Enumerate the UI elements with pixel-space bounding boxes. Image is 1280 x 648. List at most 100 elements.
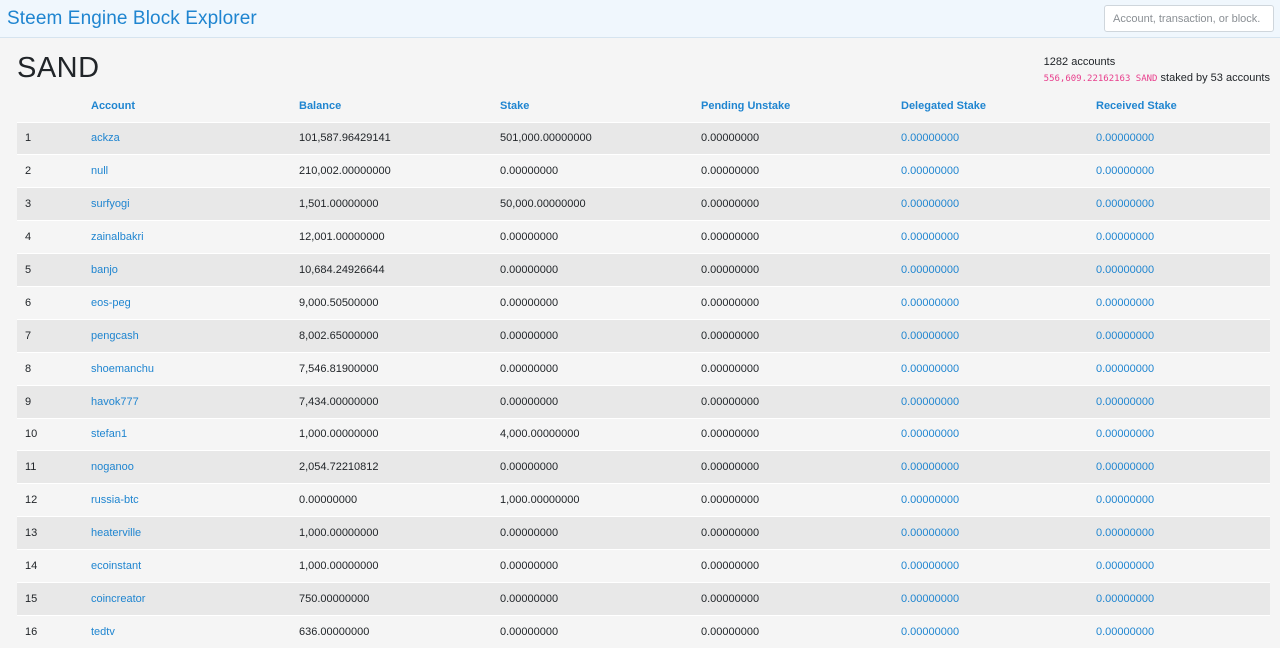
stake-cell: 4,000.00000000 [500, 417, 701, 451]
received-stake-link[interactable]: 0.00000000 [1096, 593, 1154, 605]
delegated-stake-link[interactable]: 0.00000000 [901, 494, 959, 506]
account-cell: heaterville [91, 516, 299, 550]
table-row: 9 havok777 7,434.00000000 0.00000000 0.00000… [17, 384, 1270, 419]
received-stake-link[interactable]: 0.00000000 [1096, 198, 1154, 210]
delegated-stake-link[interactable]: 0.00000000 [901, 461, 959, 473]
table-row: 12 russia-btc 0.00000000 1,000.00000000 0.00… [17, 483, 1270, 517]
account-cell: havok777 [91, 384, 299, 419]
account-link[interactable]: eos-peg [91, 297, 131, 309]
account-link[interactable]: coincreator [91, 593, 145, 605]
balance-cell: 8,002.65000000 [299, 318, 500, 353]
received-stake-link[interactable]: 0.00000000 [1096, 297, 1154, 309]
rank-cell: 8 [17, 351, 91, 386]
delegated-cell: 0.00000000 [901, 417, 1096, 451]
account-cell: ecoinstant [91, 549, 299, 583]
column-header-account[interactable]: Account [91, 90, 299, 122]
holders-table: Account Balance Stake Pending Unstake De… [17, 90, 1270, 648]
table-row: 11 noganoo 2,054.72210812 0.00000000 0.00000… [17, 450, 1270, 484]
balance-cell: 636.00000000 [299, 614, 500, 648]
account-link[interactable]: noganoo [91, 461, 134, 473]
account-link[interactable]: shoemanchu [91, 363, 154, 375]
received-stake-link[interactable]: 0.00000000 [1096, 396, 1154, 408]
delegated-stake-link[interactable]: 0.00000000 [901, 527, 959, 539]
delegated-stake-link[interactable]: 0.00000000 [901, 297, 959, 309]
accounts-count: 1282 accounts [1043, 56, 1116, 68]
account-link[interactable]: stefan1 [91, 428, 127, 440]
account-link[interactable]: null [91, 165, 108, 177]
delegated-stake-link[interactable]: 0.00000000 [901, 363, 959, 375]
table-row: 2 null 210,002.00000000 0.00000000 0.0000000… [17, 154, 1270, 188]
rank-cell: 16 [17, 614, 91, 648]
received-stake-link[interactable]: 0.00000000 [1096, 461, 1154, 473]
column-header-received-stake[interactable]: Received Stake [1096, 90, 1270, 122]
delegated-stake-link[interactable]: 0.00000000 [901, 626, 959, 638]
received-stake-link[interactable]: 0.00000000 [1096, 626, 1154, 638]
stake-cell: 1,000.00000000 [500, 483, 701, 517]
account-link[interactable]: tedtv [91, 626, 115, 638]
delegated-stake-link[interactable]: 0.00000000 [901, 330, 959, 342]
balance-cell: 750.00000000 [299, 581, 500, 616]
table-header-row: Account Balance Stake Pending Unstake De… [17, 90, 1270, 122]
received-stake-link[interactable]: 0.00000000 [1096, 330, 1154, 342]
received-stake-link[interactable]: 0.00000000 [1096, 560, 1154, 572]
account-cell: eos-peg [91, 285, 299, 320]
table-row: 16 tedtv 636.00000000 0.00000000 0.00000000 0… [17, 614, 1270, 648]
delegated-cell: 0.00000000 [901, 581, 1096, 616]
pending-unstake-cell: 0.00000000 [701, 450, 901, 484]
delegated-stake-link[interactable]: 0.00000000 [901, 264, 959, 276]
column-header-pending-unstake[interactable]: Pending Unstake [701, 90, 901, 122]
delegated-stake-link[interactable]: 0.00000000 [901, 428, 959, 440]
delegated-cell: 0.00000000 [901, 450, 1096, 484]
received-stake-link[interactable]: 0.00000000 [1096, 231, 1154, 243]
received-stake-link[interactable]: 0.00000000 [1096, 428, 1154, 440]
balance-cell: 7,546.81900000 [299, 351, 500, 386]
stake-cell: 0.00000000 [500, 351, 701, 386]
received-cell: 0.00000000 [1096, 187, 1270, 221]
account-link[interactable]: pengcash [91, 330, 139, 342]
search-input[interactable] [1104, 5, 1274, 32]
received-stake-link[interactable]: 0.00000000 [1096, 494, 1154, 506]
received-stake-link[interactable]: 0.00000000 [1096, 527, 1154, 539]
staked-summary: 556,609.22162163 SAND staked by 53 accou… [1044, 70, 1270, 87]
account-cell: noganoo [91, 450, 299, 484]
received-stake-link[interactable]: 0.00000000 [1096, 132, 1154, 144]
column-header-stake[interactable]: Stake [500, 90, 701, 122]
delegated-stake-link[interactable]: 0.00000000 [901, 231, 959, 243]
account-link[interactable]: heaterville [91, 527, 141, 539]
column-header-balance[interactable]: Balance [299, 90, 500, 122]
account-link[interactable]: ecoinstant [91, 560, 141, 572]
received-cell: 0.00000000 [1096, 154, 1270, 188]
rank-cell: 6 [17, 285, 91, 320]
brand-link[interactable]: Steem Engine Block Explorer [7, 8, 257, 30]
rank-cell: 4 [17, 220, 91, 254]
delegated-stake-link[interactable]: 0.00000000 [901, 593, 959, 605]
delegated-stake-link[interactable]: 0.00000000 [901, 132, 959, 144]
rank-cell: 12 [17, 483, 91, 517]
balance-cell: 0.00000000 [299, 483, 500, 517]
delegated-stake-link[interactable]: 0.00000000 [901, 396, 959, 408]
account-link[interactable]: banjo [91, 264, 118, 276]
account-link[interactable]: surfyogi [91, 198, 130, 210]
received-cell: 0.00000000 [1096, 220, 1270, 254]
received-stake-link[interactable]: 0.00000000 [1096, 363, 1154, 375]
account-link[interactable]: ackza [91, 132, 120, 144]
rank-cell: 15 [17, 581, 91, 616]
navbar: Steem Engine Block Explorer [0, 0, 1280, 38]
account-cell: coincreator [91, 581, 299, 616]
table-row: 5 banjo 10,684.24926644 0.00000000 0.0000000… [17, 253, 1270, 287]
account-link[interactable]: zainalbakri [91, 231, 144, 243]
delegated-stake-link[interactable]: 0.00000000 [901, 560, 959, 572]
received-cell: 0.00000000 [1096, 614, 1270, 648]
balance-cell: 1,501.00000000 [299, 187, 500, 221]
column-header-delegated-stake[interactable]: Delegated Stake [901, 90, 1096, 122]
delegated-cell: 0.00000000 [901, 285, 1096, 320]
account-link[interactable]: havok777 [91, 396, 139, 408]
received-stake-link[interactable]: 0.00000000 [1096, 264, 1154, 276]
token-header: SAND 1282 accounts 556,609.22162163 SAND… [0, 38, 1280, 90]
account-cell: surfyogi [91, 187, 299, 221]
delegated-stake-link[interactable]: 0.00000000 [901, 198, 959, 210]
account-link[interactable]: russia-btc [91, 494, 139, 506]
received-stake-link[interactable]: 0.00000000 [1096, 165, 1154, 177]
received-cell: 0.00000000 [1096, 318, 1270, 353]
delegated-stake-link[interactable]: 0.00000000 [901, 165, 959, 177]
